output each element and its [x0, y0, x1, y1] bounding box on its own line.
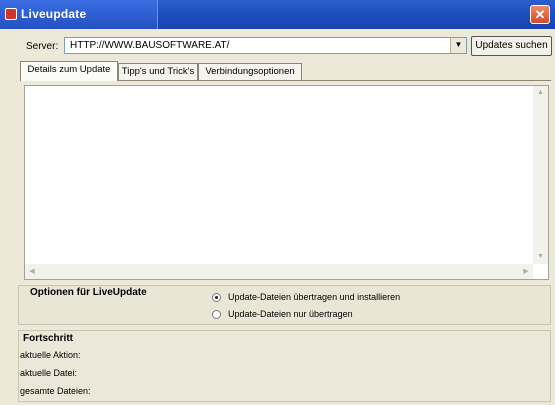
liveupdate-window: Liveupdate ✕ Server: HTTP://WWW.BAUSOFTW…: [0, 0, 555, 405]
window-title: Liveupdate: [21, 7, 87, 21]
server-label: Server:: [26, 41, 59, 52]
horizontal-scrollbar[interactable]: ◀ ▶: [25, 264, 533, 279]
close-icon[interactable]: ✕: [530, 5, 550, 24]
search-updates-button[interactable]: Updates suchen: [471, 36, 552, 56]
current-action-label: aktuelle Aktion:: [20, 350, 81, 360]
vertical-scrollbar[interactable]: ▲ ▼: [533, 86, 548, 264]
scroll-down-icon[interactable]: ▼: [533, 250, 548, 264]
tab-details[interactable]: Details zum Update: [20, 61, 118, 81]
title-bar[interactable]: Liveupdate ✕: [0, 0, 555, 29]
progress-title: Fortschritt: [23, 333, 73, 344]
all-files-label: gesamte Dateien:: [20, 386, 91, 396]
progress-panel: [18, 330, 551, 402]
radio-button[interactable]: [212, 310, 221, 319]
tab-tips[interactable]: Tipp's und Trick's: [118, 63, 198, 80]
scroll-up-icon[interactable]: ▲: [533, 86, 548, 100]
radio-button[interactable]: [212, 293, 221, 302]
chevron-down-icon[interactable]: ▼: [450, 38, 466, 53]
update-details-textarea[interactable]: [24, 85, 549, 280]
radio-label: Update-Dateien übertragen und installier…: [228, 292, 401, 302]
server-select[interactable]: HTTP://WWW.BAUSOFTWARE.AT/: [64, 37, 467, 54]
title-tab: Liveupdate: [0, 0, 158, 29]
server-value: HTTP://WWW.BAUSOFTWARE.AT/: [70, 40, 230, 51]
tab-connection-options[interactable]: Verbindungsoptionen: [198, 63, 302, 80]
app-icon: [5, 8, 17, 20]
scroll-right-icon[interactable]: ▶: [519, 264, 533, 279]
scroll-left-icon[interactable]: ◀: [25, 264, 39, 279]
radio-label: Update-Dateien nur übertragen: [228, 309, 353, 319]
options-title: Optionen für LiveUpdate: [30, 287, 147, 298]
current-file-label: aktuelle Datei:: [20, 368, 78, 378]
